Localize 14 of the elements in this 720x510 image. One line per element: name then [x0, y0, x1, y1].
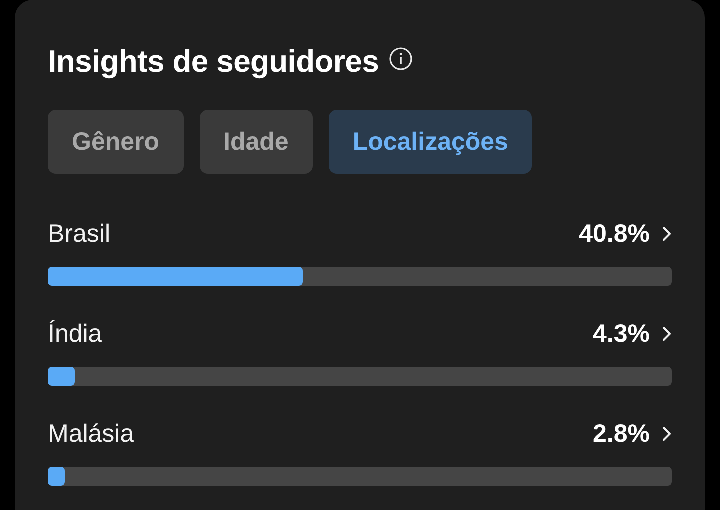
percent-value: 2.8% — [593, 420, 650, 448]
percent-value: 40.8% — [579, 220, 650, 248]
card-title: Insights de seguidores — [48, 44, 380, 80]
filter-tab[interactable]: Idade — [200, 110, 313, 174]
chevron-right-icon[interactable] — [662, 226, 672, 242]
filter-tab[interactable]: Localizações — [328, 110, 532, 174]
country-label: Índia — [48, 320, 104, 348]
country-label: Malásia — [48, 420, 136, 448]
country-label: Brasil — [48, 220, 112, 248]
filter-tab[interactable]: Gênero — [48, 110, 184, 174]
chevron-right-icon[interactable] — [662, 426, 672, 442]
info-icon[interactable] — [389, 47, 414, 71]
chevron-right-icon[interactable] — [662, 326, 672, 342]
percent-value: 4.3% — [593, 320, 650, 348]
